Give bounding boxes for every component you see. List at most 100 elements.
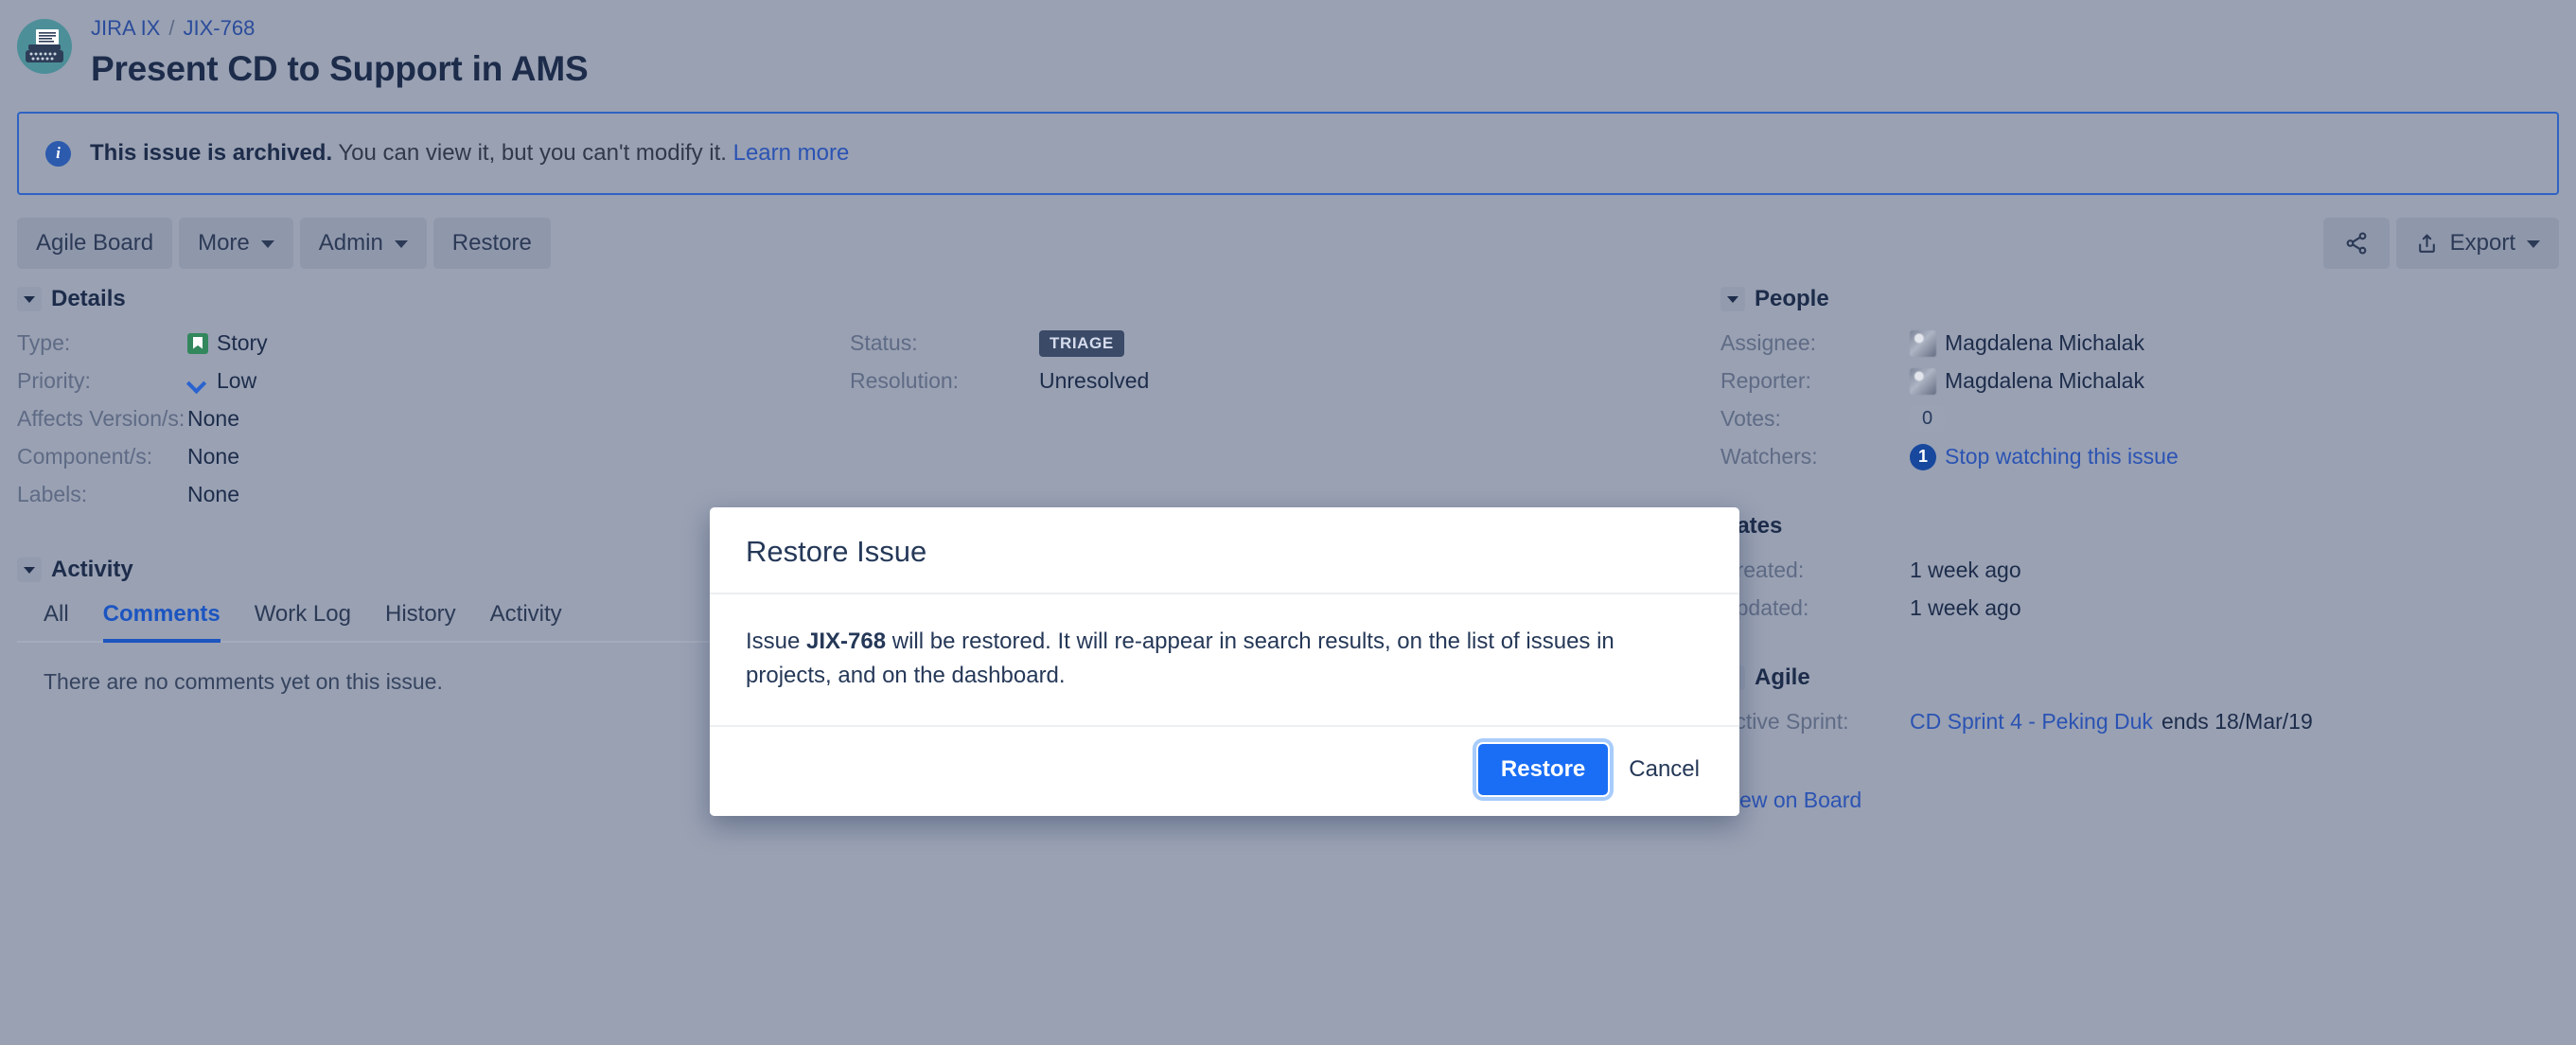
archived-banner-detail: You can view it, but you can't modify it… (332, 140, 733, 166)
active-sprint-label: Active Sprint: (1720, 709, 1849, 734)
view-on-board-spacer (1720, 746, 1910, 773)
toolbar-left-group: Agile Board More Admin Restore (17, 218, 551, 269)
header-text: JIRA IX / JIX-768 Present CD to Support … (91, 15, 589, 91)
priority-label: Priority: (17, 368, 91, 393)
tab-all[interactable]: All (44, 600, 69, 643)
details-labels-2: Status: Resolution: (850, 329, 1039, 519)
archived-banner-bold: This issue is archived. (90, 140, 333, 166)
restore-label: Restore (451, 230, 532, 256)
tab-comments[interactable]: Comments (102, 600, 221, 643)
reporter-name[interactable]: Magdalena Michalak (1945, 367, 2144, 395)
agile-board-button[interactable]: Agile Board (17, 218, 173, 269)
avatar (1910, 367, 1936, 395)
right-column: People Assignee: Magdalena Michalak Repo… (1697, 286, 2559, 845)
watchers-value: 1 Stop watching this issue (1910, 443, 2179, 470)
assignee-name[interactable]: Magdalena Michalak (1945, 329, 2144, 357)
activity-section-title: Activity (51, 557, 133, 582)
created-row: Created: 1 week ago (1720, 557, 2559, 594)
created-value: 1 week ago (1910, 558, 2021, 582)
people-section-title: People (1755, 286, 1829, 311)
agile-section: Agile Active Sprint: CD Sprint 4 - Pekin… (1720, 664, 2559, 813)
admin-button[interactable]: Admin (299, 218, 427, 269)
dates-section-header: Dates (1720, 513, 2559, 540)
components-label: Component/s: (17, 444, 153, 469)
updated-value: 1 week ago (1910, 595, 2021, 620)
restore-button[interactable]: Restore (432, 218, 551, 269)
people-section-header: People (1720, 286, 2559, 312)
created-label: Created: (1720, 558, 1805, 582)
share-button[interactable] (2322, 218, 2390, 269)
chevron-down-icon (394, 240, 408, 248)
details-grid: Type: Priority: Affects Version/s: Compo… (17, 329, 1697, 519)
affects-version-value: None (187, 406, 239, 431)
reporter-value: Magdalena Michalak (1910, 367, 2144, 395)
breadcrumb-issue-link[interactable]: JIX-768 (183, 15, 255, 42)
watchers-count-badge: 1 (1910, 443, 1936, 470)
restore-issue-dialog: Restore Issue Issue JIX-768 will be rest… (710, 507, 1739, 816)
stop-watching-link[interactable]: Stop watching this issue (1945, 443, 2179, 470)
dialog-footer: Restore Cancel (710, 727, 1739, 816)
type-value: Story (217, 330, 268, 355)
more-button[interactable]: More (179, 218, 293, 269)
view-on-board-link[interactable]: View on Board (1720, 788, 1861, 812)
project-avatar (17, 19, 72, 74)
updated-label: Updated: (1720, 595, 1809, 620)
details-section-title: Details (51, 286, 126, 311)
assignee-label: Assignee: (1720, 330, 1817, 355)
typewriter-icon (26, 29, 63, 62)
assignee-value: Magdalena Michalak (1910, 329, 2144, 357)
status-value-row: TRIAGE (1039, 329, 1149, 357)
people-section: People Assignee: Magdalena Michalak Repo… (1720, 286, 2559, 481)
export-button[interactable]: Export (2395, 218, 2559, 269)
sprint-link[interactable]: CD Sprint 4 - Peking Duk (1910, 708, 2153, 735)
export-upload-icon (2418, 234, 2435, 253)
dates-section: Dates Created: 1 week ago Updated: 1 wee… (1720, 513, 2559, 632)
chevron-down-icon (260, 240, 274, 248)
toolbar-right-group: Export (2322, 218, 2559, 269)
issue-toolbar: Agile Board More Admin Restore Export (17, 218, 2559, 269)
status-label: Status: (850, 330, 918, 355)
page-title: Present CD to Support in AMS (91, 49, 589, 88)
active-sprint-value: CD Sprint 4 - Peking Duk ends 18/Mar/19 (1910, 708, 2313, 735)
agile-section-title: Agile (1755, 664, 1810, 690)
dialog-header: Restore Issue (710, 507, 1739, 594)
tab-activity[interactable]: Activity (490, 600, 562, 643)
share-icon (2346, 232, 2367, 255)
chevron-down-icon (2527, 240, 2540, 248)
priority-value-row: Low (187, 367, 268, 395)
tab-work-log[interactable]: Work Log (255, 600, 351, 643)
resolution-label: Resolution: (850, 368, 960, 393)
breadcrumb-separator: / (168, 16, 175, 40)
tab-history[interactable]: History (385, 600, 456, 643)
admin-label: Admin (318, 230, 383, 256)
labels-label: Labels: (17, 482, 88, 506)
assignee-row: Assignee: Magdalena Michalak (1720, 329, 2559, 367)
details-section-header: Details (17, 286, 1697, 312)
dialog-body-prefix: Issue (746, 629, 807, 654)
archived-banner-text: This issue is archived. You can view it,… (90, 139, 849, 168)
votes-label: Votes: (1720, 406, 1781, 431)
status-badge: TRIAGE (1039, 329, 1124, 357)
sprint-end-date: ends 18/Mar/19 (2161, 709, 2313, 734)
dialog-cancel-button[interactable]: Cancel (1617, 744, 1711, 795)
components-value: None (187, 444, 239, 469)
dialog-body-issue-key: JIX-768 (806, 629, 887, 654)
votes-row: Votes: 0 (1720, 405, 2559, 443)
chevron-down-icon[interactable] (17, 558, 42, 582)
breadcrumb-project-link[interactable]: JIRA IX (91, 15, 160, 42)
type-label: Type: (17, 330, 71, 355)
more-label: More (198, 230, 250, 256)
export-label: Export (2449, 230, 2515, 256)
votes-count-badge: 0 (1910, 405, 1946, 433)
chevron-down-icon[interactable] (17, 287, 42, 311)
type-value-row: Story (187, 329, 268, 357)
dialog-body: Issue JIX-768 will be restored. It will … (710, 594, 1739, 727)
priority-low-chevron-icon (187, 371, 208, 392)
details-values-1: Story Low None None None (187, 329, 268, 519)
chevron-down-icon[interactable] (1720, 287, 1745, 311)
active-sprint-row: Active Sprint: CD Sprint 4 - Peking Duk … (1720, 708, 2559, 746)
dialog-restore-button[interactable]: Restore (1472, 738, 1614, 801)
learn-more-link[interactable]: Learn more (733, 140, 850, 166)
votes-value: 0 (1910, 405, 1946, 433)
watchers-label: Watchers: (1720, 444, 1818, 469)
